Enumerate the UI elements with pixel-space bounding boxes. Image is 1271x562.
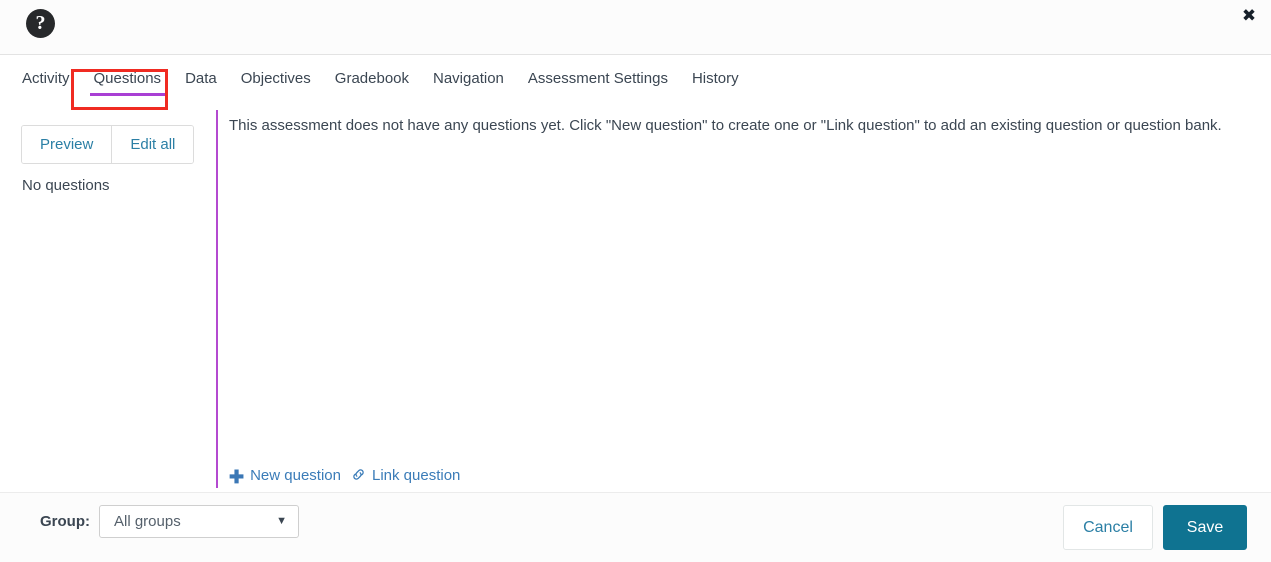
tab-questions[interactable]: Questions — [82, 56, 174, 102]
tab-history[interactable]: History — [680, 56, 751, 102]
tab-gradebook-label: Gradebook — [334, 70, 409, 87]
questions-panel: Preview Edit all No questions This asses… — [0, 104, 1271, 492]
preview-button[interactable]: Preview — [22, 126, 112, 163]
new-question-label: New question — [250, 467, 341, 484]
tab-navigation-label: Navigation — [433, 70, 504, 87]
group-label: Group: — [40, 513, 90, 530]
tab-activity[interactable]: Activity — [10, 56, 82, 102]
link-question-label: Link question — [371, 467, 461, 484]
tab-objectives[interactable]: Objectives — [229, 56, 323, 102]
chain-link-icon — [351, 467, 366, 486]
tab-data-label: Data — [185, 70, 217, 87]
modal-header: ? ✖ — [0, 0, 1271, 55]
empty-state-message: This assessment does not have any questi… — [229, 117, 1222, 134]
group-select-value: All groups — [114, 513, 181, 530]
close-icon[interactable]: ✖ — [1235, 2, 1263, 30]
tab-bar: Activity Questions Data Objectives Grade… — [0, 56, 1271, 104]
footer-buttons: Cancel Save — [1063, 505, 1247, 550]
tab-active-underline — [89, 93, 166, 96]
questions-detail-pane: This assessment does not have any questi… — [229, 116, 1255, 136]
new-question-link[interactable]: ✚ New question — [229, 466, 341, 487]
tab-objectives-label: Objectives — [240, 70, 311, 87]
edit-all-button[interactable]: Edit all — [111, 126, 194, 163]
tab-gradebook[interactable]: Gradebook — [323, 56, 421, 102]
chevron-down-icon: ▼ — [276, 515, 287, 527]
link-question-link[interactable]: Link question — [351, 466, 460, 485]
tab-list: Activity Questions Data Objectives Grade… — [10, 56, 751, 102]
question-action-links: ✚ New question Link question — [229, 466, 460, 487]
tab-data[interactable]: Data — [173, 56, 229, 102]
group-filter: Group: All groups ▼ — [40, 505, 299, 538]
questions-sidebar: Preview Edit all No questions — [21, 125, 206, 194]
tab-navigation[interactable]: Navigation — [421, 56, 516, 102]
save-button[interactable]: Save — [1163, 505, 1247, 550]
vertical-divider — [216, 110, 218, 488]
tab-history-label: History — [691, 70, 739, 87]
cancel-button[interactable]: Cancel — [1063, 505, 1153, 550]
tab-activity-label: Activity — [22, 70, 70, 87]
tab-assessment-settings[interactable]: Assessment Settings — [516, 56, 680, 102]
tab-assessment-settings-label: Assessment Settings — [527, 70, 668, 87]
plus-icon: ✚ — [229, 466, 245, 487]
help-circle-icon[interactable]: ? — [26, 9, 55, 38]
no-questions-text: No questions — [22, 177, 110, 194]
modal-footer: Group: All groups ▼ Cancel Save — [0, 492, 1271, 562]
tab-questions-label: Questions — [93, 70, 162, 87]
preview-edit-button-group: Preview Edit all — [21, 125, 195, 164]
group-select[interactable]: All groups ▼ — [99, 505, 299, 538]
